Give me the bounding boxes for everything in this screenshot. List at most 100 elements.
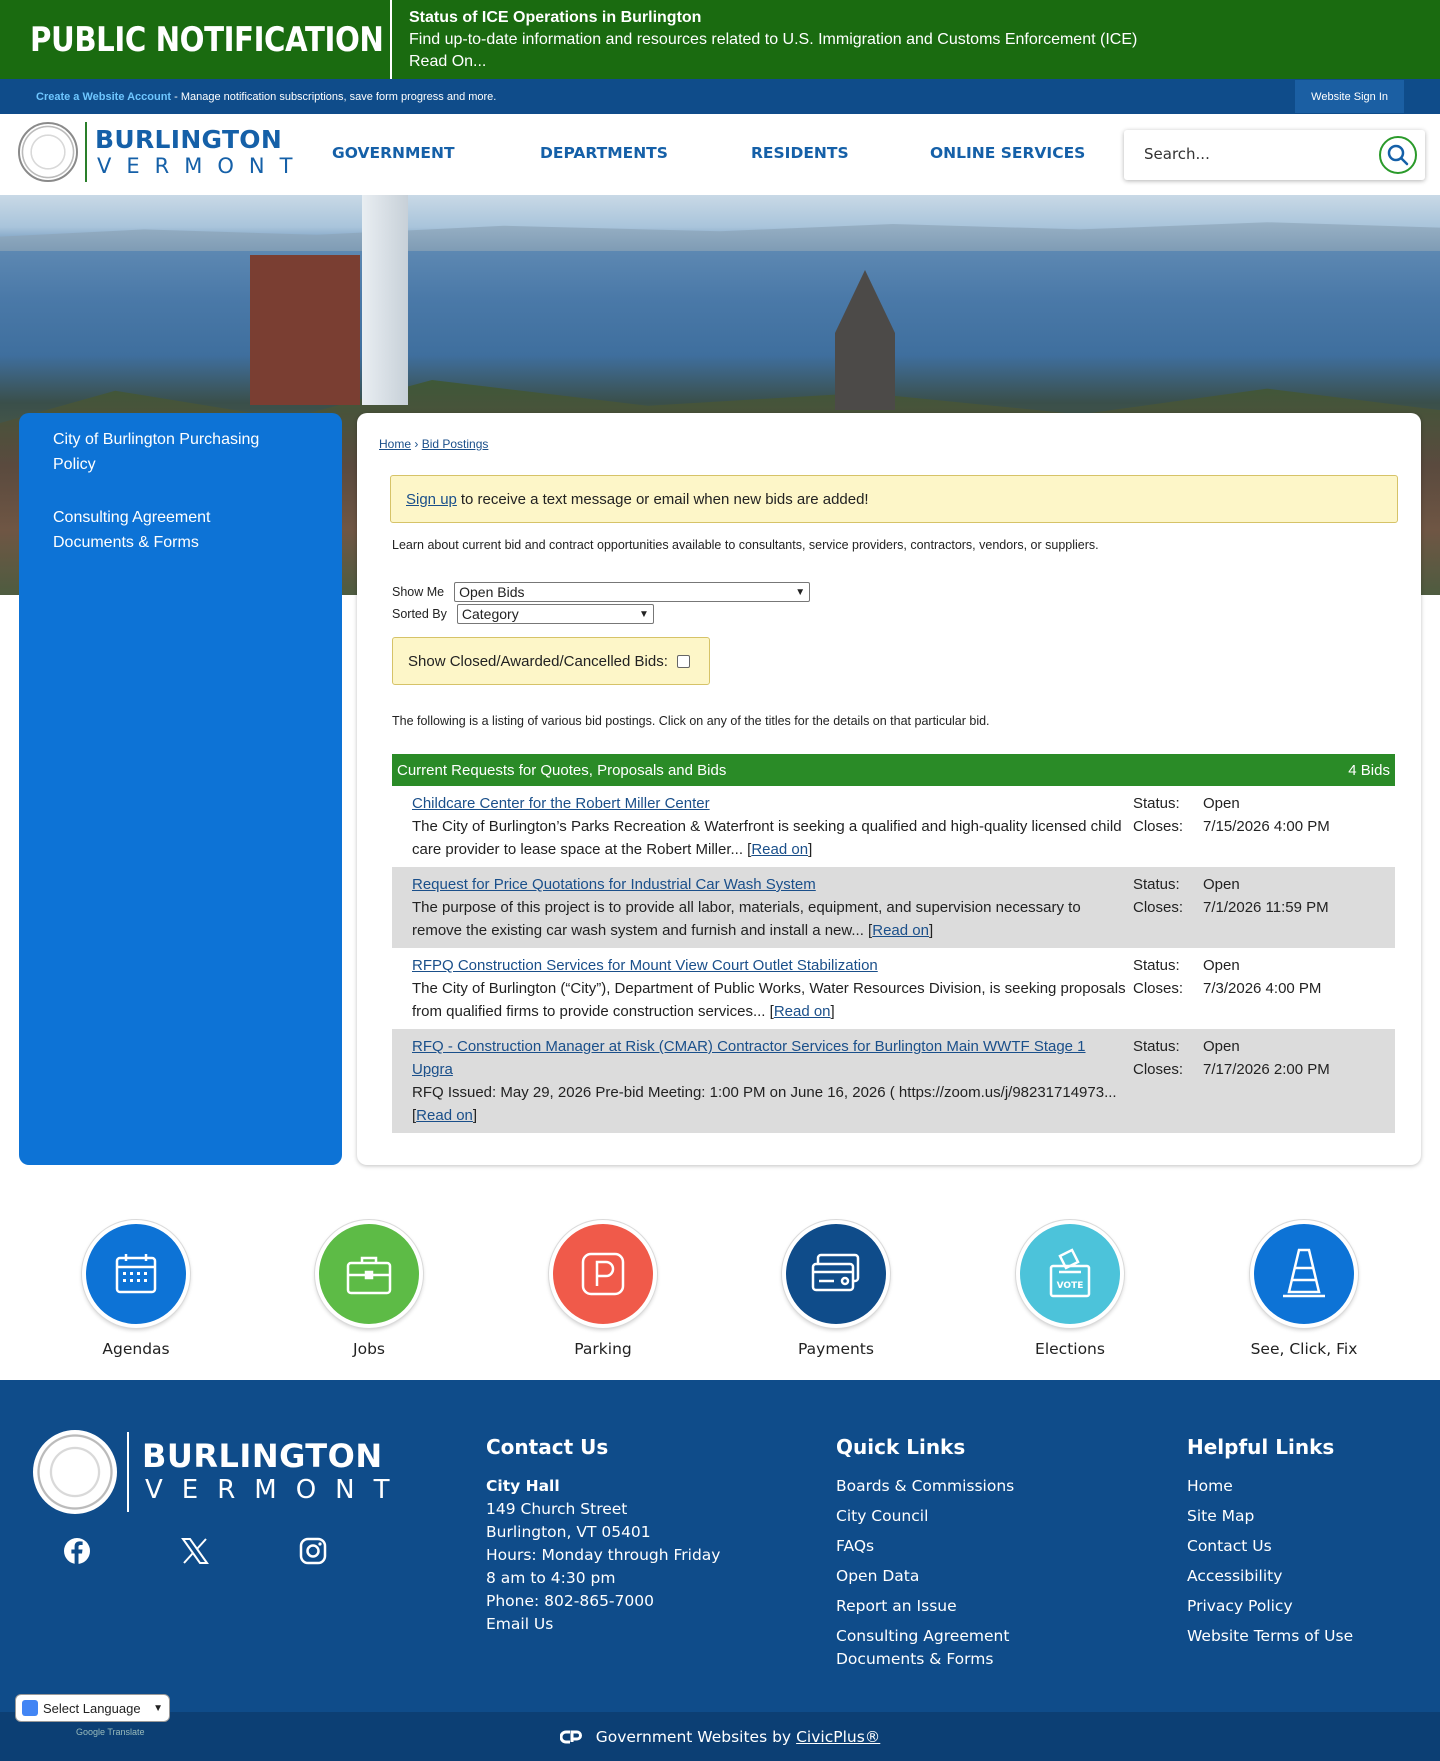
civicplus-credit-bar: Government Websites by CivicPlus® [0, 1712, 1440, 1761]
bid-row: Childcare Center for the Robert Miller C… [392, 786, 1395, 867]
breadcrumb-home-link[interactable]: Home [379, 437, 411, 451]
chevron-down-icon: ▼ [795, 586, 806, 598]
website-sign-in-button[interactable]: Website Sign In [1295, 80, 1404, 113]
sorted-by-select[interactable]: Category ▼ [456, 604, 654, 624]
language-select[interactable]: Select Language ▼ [15, 1694, 170, 1722]
quick-link-label: Payments [798, 1340, 874, 1358]
show-closed-label: Show Closed/Awarded/Cancelled Bids: [408, 652, 668, 670]
footer-hours-days: Hours: Monday through Friday [486, 1546, 721, 1564]
instagram-icon[interactable] [298, 1536, 328, 1566]
briefcase-icon [346, 1256, 392, 1295]
bid-meta: Status: Open Closes: 7/1/2026 11:59 PM [1133, 873, 1383, 919]
breadcrumb-current-link[interactable]: Bid Postings [422, 437, 489, 451]
closes-value: 7/15/2026 4:00 PM [1203, 818, 1330, 835]
quick-link-elections[interactable]: VOTE Elections [970, 1220, 1170, 1358]
read-on-link[interactable]: Read on [416, 1107, 473, 1124]
quick-link-label: Jobs [353, 1340, 385, 1358]
read-on-link[interactable]: Read on [751, 841, 808, 858]
bid-title-link[interactable]: Childcare Center for the Robert Miller C… [412, 792, 1112, 815]
quick-link-label: Agendas [102, 1340, 170, 1358]
alert-read-on-link[interactable]: Read On... [409, 51, 1137, 73]
footer-link-open-data[interactable]: Open Data [836, 1565, 1026, 1588]
see-click-fix-circle [1250, 1220, 1358, 1328]
signup-link[interactable]: Sign up [406, 491, 457, 508]
show-me-select[interactable]: Open Bids ▼ [454, 582, 811, 602]
traffic-cone-icon [1283, 1248, 1325, 1298]
quick-link-parking[interactable]: Parking [503, 1220, 703, 1358]
footer-link-home[interactable]: Home [1187, 1475, 1353, 1498]
footer-link-contact-us[interactable]: Contact Us [1187, 1535, 1353, 1558]
breadcrumb-separator: › [411, 437, 422, 451]
quick-link-agendas[interactable]: Agendas [36, 1220, 236, 1358]
status-label: Status: [1133, 957, 1180, 974]
logo-state-name: VERMONT [97, 154, 308, 178]
search-icon [1387, 144, 1409, 166]
nav-departments[interactable]: DEPARTMENTS [540, 144, 668, 162]
footer-city-name: BURLINGTON [142, 1437, 383, 1475]
bid-description-text: The City of Burlington (“City”), Departm… [412, 980, 1126, 1020]
footer-quick-links: Quick Links Boards & Commissions City Co… [836, 1435, 1026, 1678]
sorted-by-value: Category [461, 606, 519, 622]
search-button[interactable] [1379, 136, 1417, 174]
nav-residents[interactable]: RESIDENTS [751, 144, 849, 162]
footer-contact-heading: Contact Us [486, 1435, 609, 1459]
quick-link-see-click-fix[interactable]: See, Click, Fix [1204, 1220, 1404, 1358]
footer-link-terms[interactable]: Website Terms of Use [1187, 1625, 1353, 1648]
civicplus-link[interactable]: CivicPlus® [796, 1728, 880, 1746]
sidebar-nav: City of Burlington Purchasing Policy Con… [19, 413, 342, 1165]
status-label: Status: [1133, 1038, 1180, 1055]
footer-link-city-council[interactable]: City Council [836, 1505, 1026, 1528]
footer-link-accessibility[interactable]: Accessibility [1187, 1565, 1353, 1588]
footer-link-report-issue[interactable]: Report an Issue [836, 1595, 1026, 1618]
facebook-icon[interactable] [62, 1536, 92, 1566]
footer-link-boards[interactable]: Boards & Commissions [836, 1475, 1026, 1498]
x-twitter-icon[interactable] [180, 1536, 210, 1566]
footer-link-privacy[interactable]: Privacy Policy [1187, 1595, 1353, 1618]
show-closed-checkbox[interactable] [676, 654, 690, 668]
google-translate-credit: Google Translate [76, 1727, 145, 1737]
sidebar-item-consulting-agreement[interactable]: Consulting Agreement Documents & Forms [53, 505, 293, 555]
alert-title[interactable]: Status of ICE Operations in Burlington [409, 7, 1137, 29]
bid-title-link[interactable]: Request for Price Quotations for Industr… [412, 873, 1112, 896]
city-seal-icon [33, 1430, 117, 1514]
create-account-link[interactable]: Create a Website Account [36, 91, 171, 103]
jobs-circle [315, 1220, 423, 1328]
nav-government[interactable]: GOVERNMENT [332, 144, 455, 162]
listing-note: The following is a listing of various bi… [392, 714, 990, 728]
closes-label: Closes: [1133, 1061, 1184, 1078]
footer-email-link[interactable]: Email Us [486, 1613, 720, 1636]
bid-category-title: Current Requests for Quotes, Proposals a… [397, 761, 727, 779]
account-info: Create a Website Account - Manage notifi… [0, 91, 496, 103]
read-on-link[interactable]: Read on [872, 922, 929, 939]
site-logo[interactable]: BURLINGTON VERMONT [18, 122, 307, 182]
bid-title-link[interactable]: RFQ - Construction Manager at Risk (CMAR… [412, 1035, 1112, 1081]
sidebar-item-purchasing-policy[interactable]: City of Burlington Purchasing Policy [53, 427, 293, 477]
quick-links-bar: Agendas Jobs Parking Payments VOTE Elect… [0, 1220, 1440, 1380]
parking-circle [549, 1220, 657, 1328]
footer-logo[interactable]: BURLINGTON VERMONT [33, 1430, 409, 1514]
svg-text:VOTE: VOTE [1057, 1281, 1084, 1291]
closes-value: 7/1/2026 11:59 PM [1203, 899, 1329, 916]
logo-city-name: BURLINGTON [95, 125, 283, 154]
nav-online-services[interactable]: ONLINE SERVICES [930, 144, 1085, 162]
search-input[interactable]: Search... [1144, 145, 1210, 163]
read-on-link[interactable]: Read on [774, 1003, 831, 1020]
bid-table: Current Requests for Quotes, Proposals a… [392, 754, 1395, 1133]
bid-meta: Status: Open Closes: 7/15/2026 4:00 PM [1133, 792, 1383, 838]
footer-link-consulting[interactable]: Consulting Agreement Documents & Forms [836, 1625, 1026, 1671]
public-notification-brand: PUBLIC NOTIFICATION [0, 0, 392, 79]
bid-title-link[interactable]: RFPQ Construction Services for Mount Vie… [412, 954, 1112, 977]
footer-link-site-map[interactable]: Site Map [1187, 1505, 1353, 1528]
footer-state-name: VERMONT [145, 1475, 409, 1505]
footer-street: 149 Church Street [486, 1500, 628, 1518]
alert-message[interactable]: Status of ICE Operations in Burlington F… [392, 0, 1137, 79]
logo-divider [85, 122, 87, 182]
footer-link-faqs[interactable]: FAQs [836, 1535, 1026, 1558]
footer-quick-links-list: Boards & Commissions City Council FAQs O… [836, 1475, 1026, 1671]
bid-row: RFQ - Construction Manager at Risk (CMAR… [392, 1029, 1395, 1133]
bid-row: RFPQ Construction Services for Mount Vie… [392, 948, 1395, 1029]
quick-link-jobs[interactable]: Jobs [269, 1220, 469, 1358]
elections-circle: VOTE [1016, 1220, 1124, 1328]
quick-link-payments[interactable]: Payments [736, 1220, 936, 1358]
intro-text: Learn about current bid and contract opp… [392, 538, 1099, 552]
